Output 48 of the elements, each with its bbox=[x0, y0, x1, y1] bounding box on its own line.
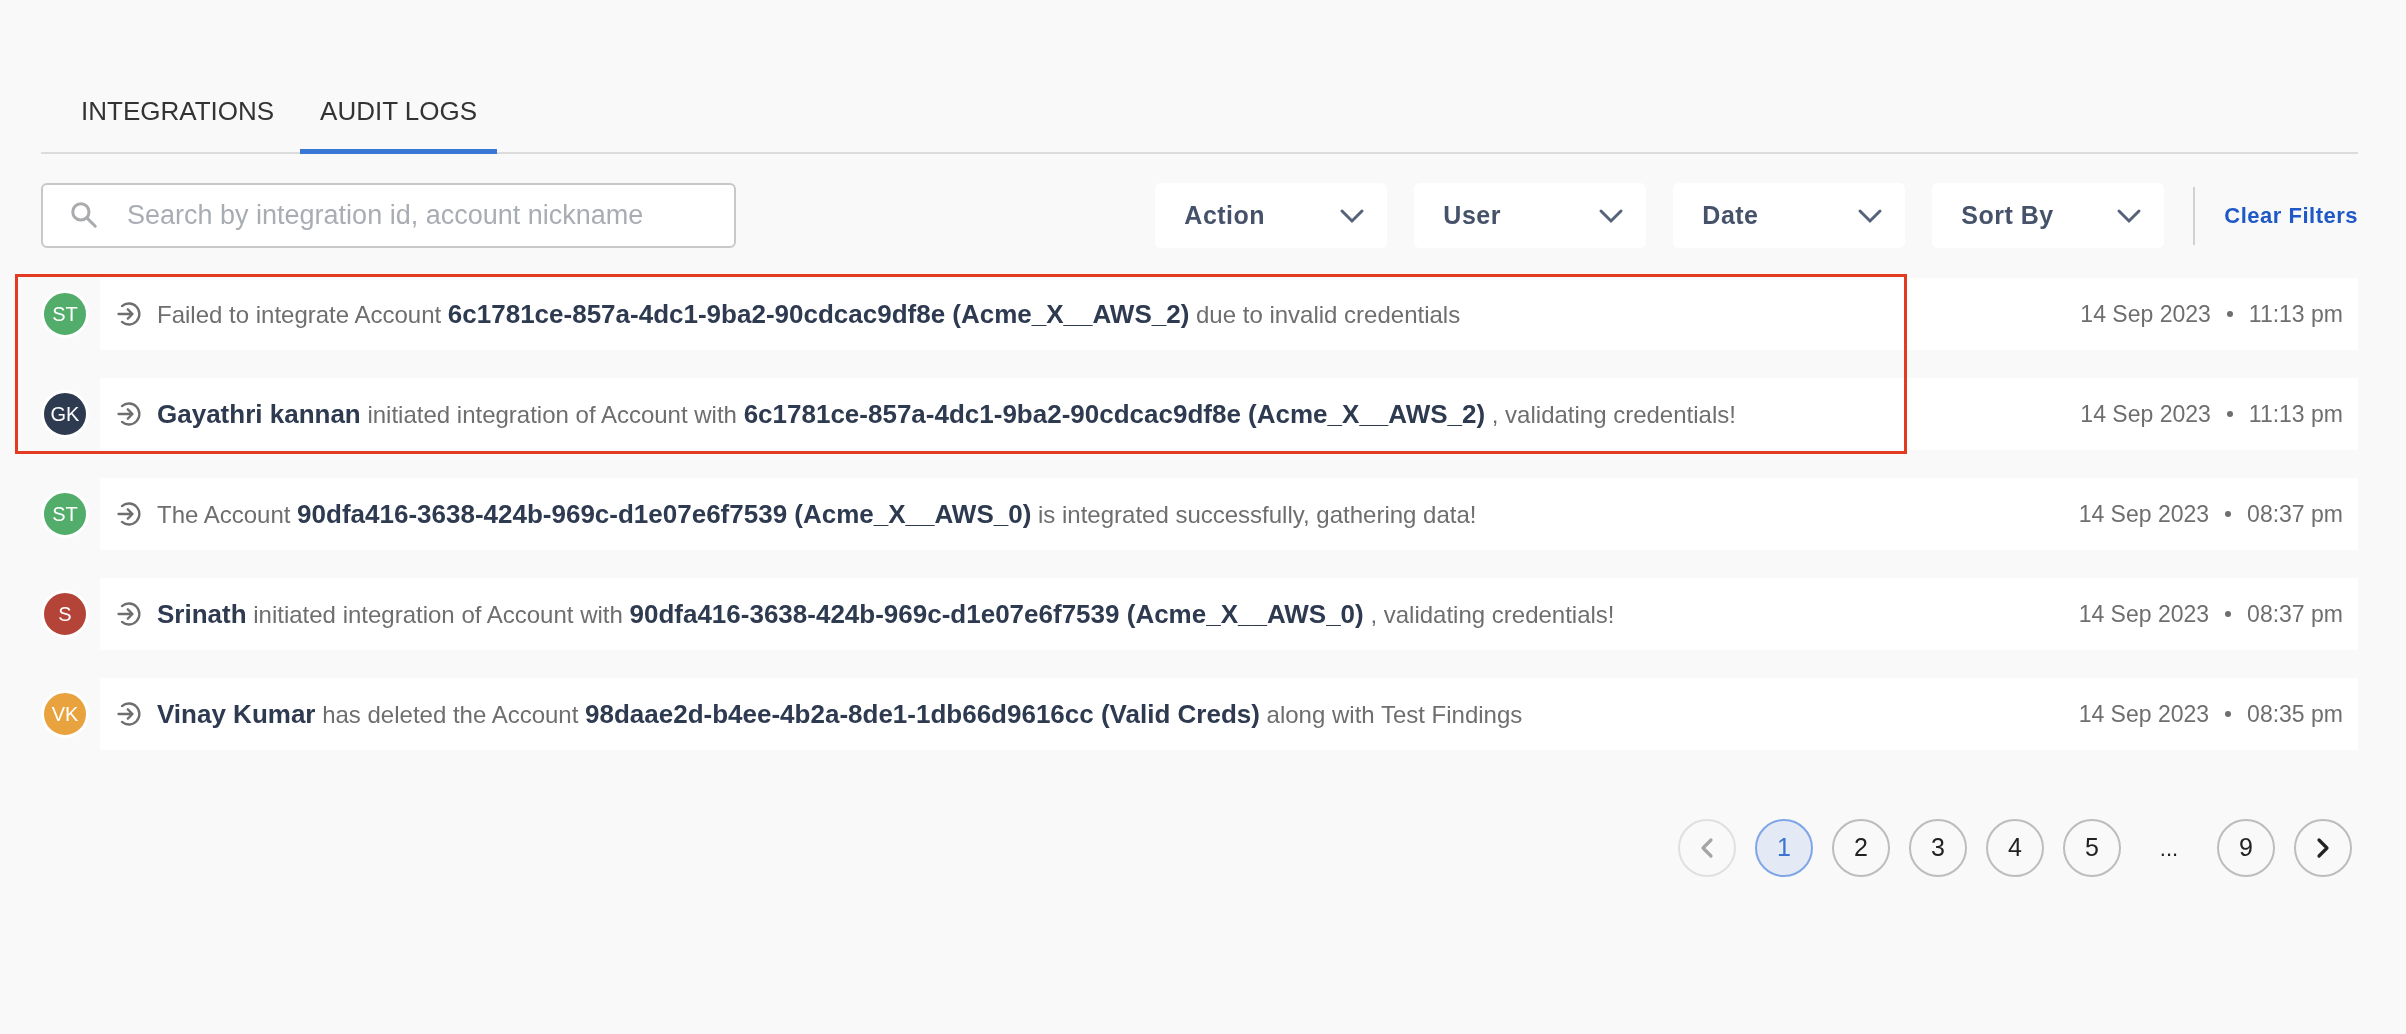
search-field[interactable]: Search by integration id, account nickname bbox=[41, 183, 736, 248]
page-button[interactable]: 2 bbox=[1832, 819, 1890, 877]
filter-dropdown[interactable]: Sort By bbox=[1932, 183, 2165, 248]
arrow-circle-icon bbox=[115, 300, 143, 328]
page-button[interactable]: 3 bbox=[1909, 819, 1967, 877]
chevron-left-icon bbox=[1700, 837, 1714, 859]
filter-dropdown[interactable]: Action bbox=[1155, 183, 1388, 248]
filter-dropdown[interactable]: User bbox=[1414, 183, 1647, 248]
log-date: 14 Sep 2023 bbox=[2078, 599, 2210, 629]
chevron-down-icon bbox=[1339, 207, 1366, 224]
avatar: VK bbox=[41, 690, 89, 738]
log-message: Gayathri kannan initiated integration of Account with 6c1781ce-857a-4dc1-9ba2-90cdcac9df8e (Acme_X__AWS_2) , validating credentials! bbox=[157, 397, 1736, 431]
arrow-circle-icon bbox=[115, 500, 143, 528]
chevron-down-icon bbox=[1598, 207, 1625, 224]
chevron-down-icon bbox=[1857, 207, 1884, 224]
page-ellipsis: ... bbox=[2158, 834, 2180, 863]
arrow-circle-icon bbox=[115, 700, 143, 728]
chevron-right-icon bbox=[2316, 837, 2330, 859]
avatar: ST bbox=[41, 490, 89, 538]
page-button[interactable]: 9 bbox=[2217, 819, 2275, 877]
next-page-button[interactable] bbox=[2294, 819, 2352, 877]
filter-dropdown[interactable]: Date bbox=[1673, 183, 1906, 248]
log-time: 08:37 pm bbox=[2247, 599, 2343, 629]
page-button[interactable]: 5 bbox=[2063, 819, 2121, 877]
log-time: 11:13 pm bbox=[2248, 399, 2343, 429]
log-date: 14 Sep 2023 bbox=[2080, 299, 2211, 329]
search-icon bbox=[69, 200, 99, 230]
log-date: 14 Sep 2023 bbox=[2078, 699, 2210, 729]
log-message: Vinay Kumar has deleted the Account 98daae2d-b4ee-4b2a-8de1-1db66d9616cc (Valid Creds) along with Test Findings bbox=[157, 697, 1523, 731]
log-message: Failed to integrate Account 6c1781ce-857a-4dc1-9ba2-90cdcac9df8e (Acme_X__AWS_2) due to invalid credentials bbox=[157, 297, 1461, 331]
page-button[interactable]: 1 bbox=[1755, 819, 1813, 877]
log-date: 14 Sep 2023 bbox=[2080, 399, 2211, 429]
log-time: 08:37 pm bbox=[2247, 499, 2343, 529]
log-date: 14 Sep 2023 bbox=[2078, 499, 2210, 529]
avatar: ST bbox=[41, 290, 89, 338]
log-time: 11:13 pm bbox=[2248, 299, 2343, 329]
log-time: 08:35 pm bbox=[2247, 699, 2343, 729]
tab[interactable]: INTEGRATIONS bbox=[61, 88, 295, 154]
avatar: S bbox=[41, 590, 89, 638]
page-button[interactable]: 4 bbox=[1986, 819, 2044, 877]
clear-filters-link[interactable]: Clear Filters bbox=[2224, 199, 2358, 232]
avatar: GK bbox=[41, 390, 89, 438]
log-message: The Account 90dfa416-3638-424b-969c-d1e07e6f7539 (Acme_X__AWS_0) is integrated successfully, gathering data! bbox=[157, 497, 1477, 531]
arrow-circle-icon bbox=[115, 600, 143, 628]
tab[interactable]: AUDIT LOGS bbox=[300, 88, 498, 154]
log-message: Srinath initiated integration of Account with 90dfa416-3638-424b-969c-d1e07e6f7539 (Acme_X__AWS_0) , validating credentials! bbox=[157, 597, 1615, 631]
arrow-circle-icon bbox=[115, 400, 143, 428]
chevron-down-icon bbox=[2116, 207, 2143, 224]
